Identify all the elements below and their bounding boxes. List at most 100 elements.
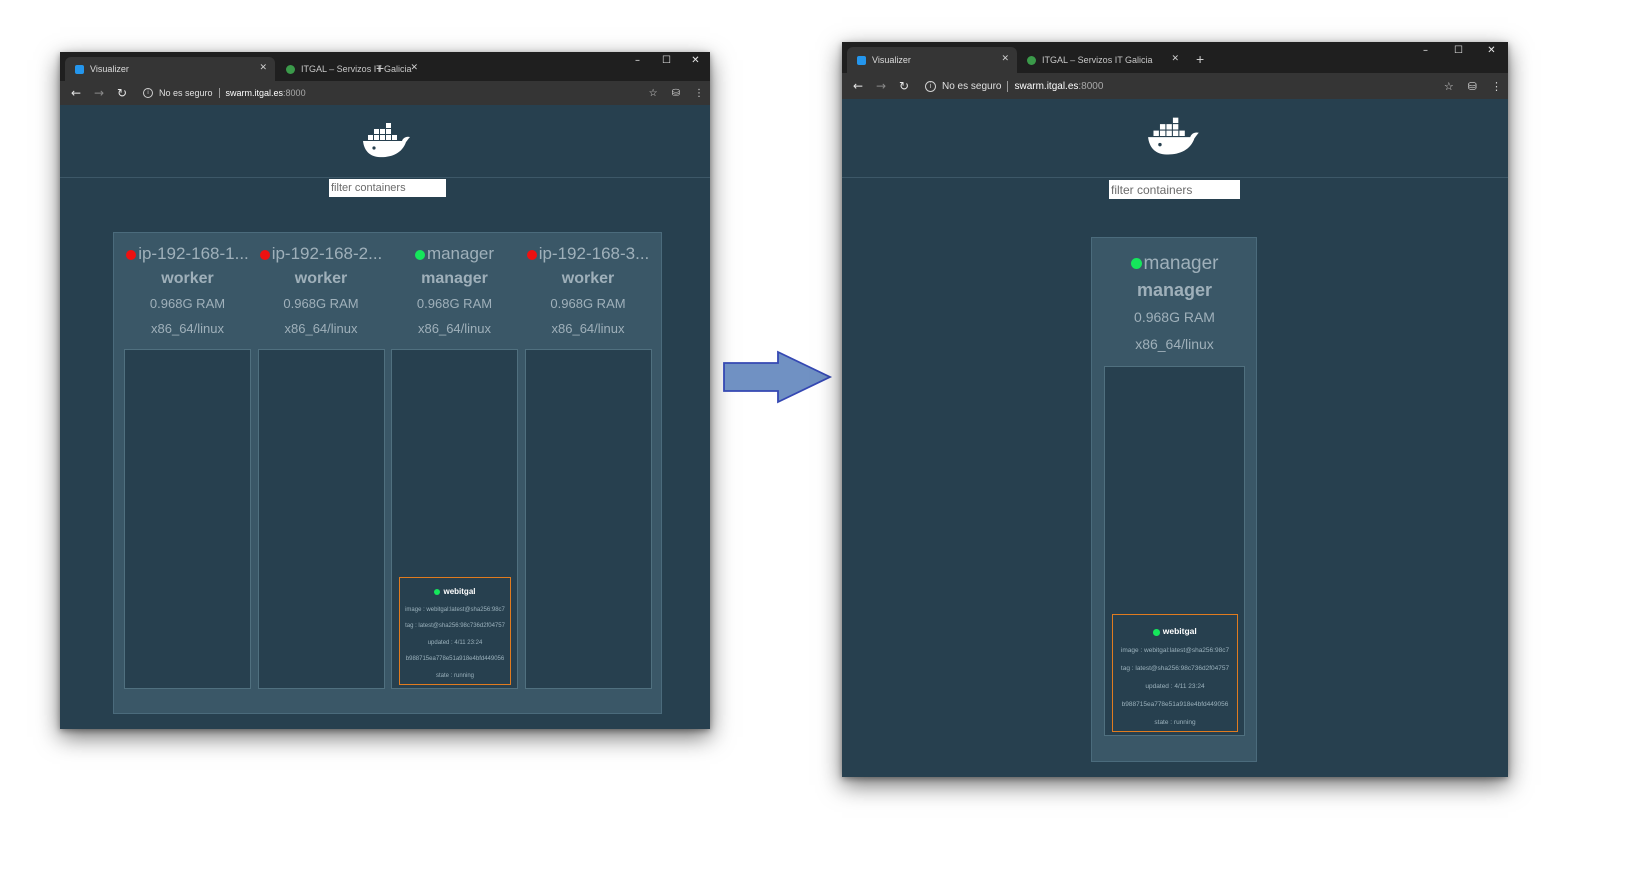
tab-itgal[interactable]: ITGAL – Servizos IT Galicia ✕ xyxy=(1017,47,1187,73)
tab-title: ITGAL – Servizos IT Galicia xyxy=(301,64,412,74)
service-card[interactable]: webitgal image : webitgal:latest@sha256:9… xyxy=(1112,614,1238,732)
new-tab-button[interactable]: + xyxy=(1196,51,1204,67)
reload-icon[interactable]: ↻ xyxy=(115,86,129,100)
toolbar-actions: ☆ ⛁ ⋮ xyxy=(649,88,704,99)
container-area: webitgal image : webitgal:latest@sha256:9… xyxy=(391,349,518,689)
service-name: webitgal xyxy=(1162,626,1197,636)
node-status-dot xyxy=(259,249,270,260)
tab-strip: Visualizer ✕ ITGAL – Servizos IT Galicia… xyxy=(60,52,710,81)
service-tag: tag : latest@sha256:98c736d2f04757 xyxy=(1120,665,1230,672)
close-tab-icon[interactable]: ✕ xyxy=(1171,53,1179,64)
service-image: image : webitgal:latest@sha256:98c7 xyxy=(405,606,505,613)
address-bar[interactable]: i No es seguro swarm.itgal.es:8000 xyxy=(925,80,1104,92)
forward-icon[interactable]: → xyxy=(92,86,106,100)
node-name: manager xyxy=(391,241,518,266)
security-label: No es seguro xyxy=(942,80,1002,92)
close-tab-icon[interactable]: ✕ xyxy=(410,62,418,73)
node-column: ip-192-168-2... worker 0.968G RAM x86_64/li… xyxy=(257,241,385,707)
node-name: ip-192-168-1... xyxy=(124,241,251,266)
tab-title: ITGAL – Servizos IT Galicia xyxy=(1042,55,1153,65)
node-arch: x86_64/linux xyxy=(418,321,491,336)
service-title: webitgal xyxy=(1113,622,1237,642)
node-column: ip-192-168-3... worker 0.968G RAM x86_64/li… xyxy=(524,241,652,707)
node-status-dot xyxy=(526,249,537,260)
tab-strip: Visualizer ✕ ITGAL – Servizos IT Galicia… xyxy=(842,42,1508,73)
back-icon[interactable]: ← xyxy=(851,79,865,93)
window-controls: – ☐ ✕ xyxy=(623,52,710,72)
service-card[interactable]: webitgal image : webitgal:latest@sha256:9… xyxy=(399,577,511,685)
browser-window-before: Visualizer ✕ ITGAL – Servizos IT Galicia… xyxy=(60,52,710,729)
service-status-dot xyxy=(434,589,441,596)
info-icon[interactable]: i xyxy=(925,80,936,92)
container-area xyxy=(257,349,385,689)
window-controls: – ☐ ✕ xyxy=(1409,42,1508,62)
docker-whale-logo xyxy=(1148,117,1199,155)
menu-icon[interactable]: ⋮ xyxy=(694,88,704,99)
filter-containers-input[interactable] xyxy=(329,179,446,197)
url-port: :8000 xyxy=(283,88,306,98)
bookmark-star-icon[interactable]: ☆ xyxy=(1444,80,1454,93)
tab-visualizer[interactable]: Visualizer ✕ xyxy=(847,47,1017,73)
service-id: b988715ea778e51a918e4bfd449056 xyxy=(405,656,505,662)
visualizer-page: manager manager 0.968G RAM x86_64/linuxwebi… xyxy=(842,99,1508,777)
docker-whale-logo xyxy=(363,123,410,158)
node-arch: x86_64/linux xyxy=(551,321,625,336)
node-role: manager xyxy=(421,270,488,287)
service-updated: updated : 4/11 23:24 xyxy=(1145,683,1205,690)
node-name-text: ip-192-168-2... xyxy=(271,244,383,263)
bookmark-star-icon[interactable]: ☆ xyxy=(649,88,658,99)
service-title: webitgal xyxy=(400,584,510,602)
minimize-icon[interactable]: – xyxy=(1409,42,1442,62)
node-role: manager xyxy=(1136,280,1213,300)
itgal-favicon-icon xyxy=(1027,55,1036,65)
url-host: swarm.itgal.es xyxy=(1014,80,1079,92)
node-ram: 0.968G RAM xyxy=(416,296,493,311)
filter-containers-input[interactable] xyxy=(1109,180,1240,199)
incognito-icon[interactable]: ⛁ xyxy=(672,88,680,99)
browser-toolbar: ← → ↻ i No es seguro swarm.itgal.es:8000… xyxy=(842,73,1508,99)
browser-toolbar: ← → ↻ i No es seguro swarm.itgal.es:8000… xyxy=(60,81,710,105)
new-tab-button[interactable]: + xyxy=(376,60,384,76)
docker-favicon-icon xyxy=(75,64,84,74)
node-status-dot xyxy=(1130,258,1142,270)
tab-visualizer[interactable]: Visualizer ✕ xyxy=(65,57,275,81)
node-name-text: ip-192-168-1... xyxy=(138,244,249,263)
incognito-icon[interactable]: ⛁ xyxy=(1468,80,1477,93)
node-name-text: manager xyxy=(426,244,495,263)
node-name: ip-192-168-3... xyxy=(525,241,652,266)
node-arch: x86_64/linux xyxy=(151,321,224,336)
maximize-icon[interactable]: ☐ xyxy=(652,52,681,72)
container-area xyxy=(124,349,251,689)
back-icon[interactable]: ← xyxy=(69,86,83,100)
reload-icon[interactable]: ↻ xyxy=(897,79,911,93)
menu-icon[interactable]: ⋮ xyxy=(1491,80,1502,93)
close-window-icon[interactable]: ✕ xyxy=(681,52,710,72)
minimize-icon[interactable]: – xyxy=(623,52,652,72)
toolbar-actions: ☆ ⛁ ⋮ xyxy=(1444,80,1502,93)
node-status-dot xyxy=(126,249,137,260)
service-id: b988715ea778e51a918e4bfd449056 xyxy=(1121,701,1229,708)
close-tab-icon[interactable]: ✕ xyxy=(259,62,267,73)
container-area: webitgal image : webitgal:latest@sha256:9… xyxy=(1104,366,1245,736)
address-bar[interactable]: i No es seguro swarm.itgal.es:8000 xyxy=(143,88,306,98)
service-state: state : running xyxy=(435,672,475,679)
node-name: ip-192-168-2... xyxy=(258,241,385,266)
container-area xyxy=(524,349,652,689)
service-image: image : webitgal:latest@sha256:98c7 xyxy=(1120,647,1230,654)
node-role: worker xyxy=(294,270,348,287)
forward-icon[interactable]: → xyxy=(874,79,888,93)
node-name: manager xyxy=(1104,250,1245,277)
info-icon[interactable]: i xyxy=(143,88,153,98)
url-port: :8000 xyxy=(1078,80,1104,92)
node-role: worker xyxy=(561,270,615,287)
close-window-icon[interactable]: ✕ xyxy=(1475,42,1508,62)
service-state: state : running xyxy=(1154,719,1196,726)
close-tab-icon[interactable]: ✕ xyxy=(1001,53,1009,64)
header-divider xyxy=(842,177,1508,178)
tab-itgal[interactable]: ITGAL – Servizos IT Galicia ✕ xyxy=(276,57,426,81)
service-status-dot xyxy=(1153,629,1160,636)
maximize-icon[interactable]: ☐ xyxy=(1442,42,1475,62)
node-status-dot xyxy=(414,249,425,260)
header-divider xyxy=(60,177,710,178)
node-name-text: manager xyxy=(1143,253,1219,274)
